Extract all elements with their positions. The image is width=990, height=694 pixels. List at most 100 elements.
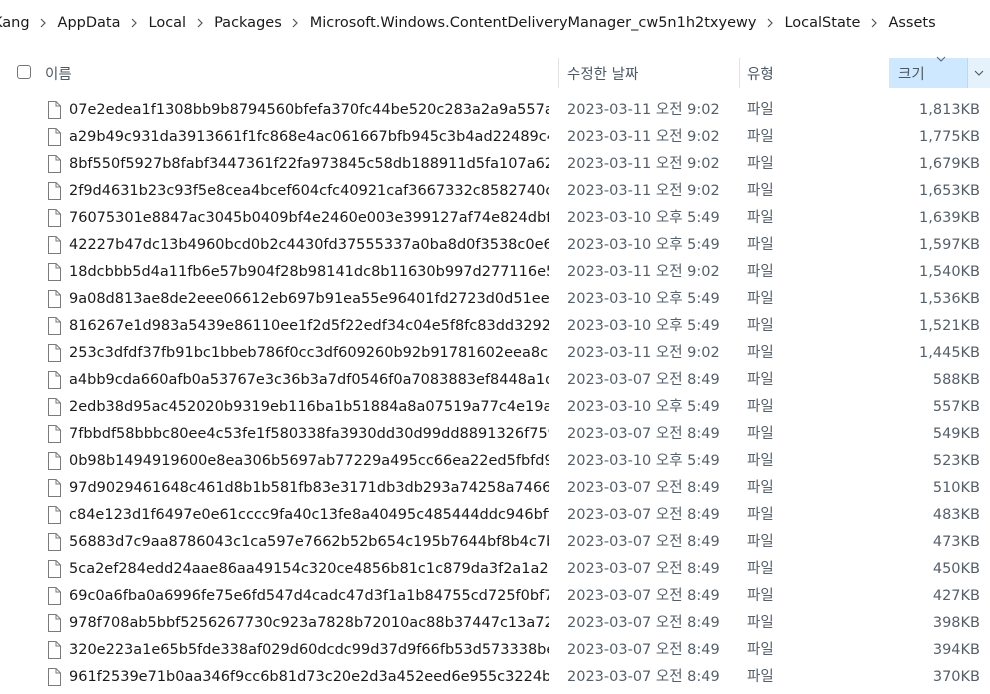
file-name: 5ca2ef284edd24aae86aa49154c320ce4856b81c… (69, 561, 549, 577)
chevron-right-icon[interactable] (190, 18, 210, 28)
file-date: 2023-03-07 오전 8:49 (567, 507, 720, 523)
file-type: 파일 (747, 507, 774, 523)
column-header-name[interactable]: 이름 (45, 58, 72, 88)
file-row[interactable]: 978f708ab5bbf5256267730c923a7828b72010ac… (0, 610, 990, 637)
file-type: 파일 (747, 156, 774, 172)
chevron-right-icon[interactable] (286, 18, 306, 28)
file-date: 2023-03-07 오전 8:49 (567, 372, 720, 388)
file-row[interactable]: 0b98b1494919600e8ea306b5697ab77229a495cc… (0, 448, 990, 475)
file-size: 394KB (932, 642, 980, 658)
file-date: 2023-03-11 오전 9:02 (567, 102, 720, 118)
size-column-dropdown-button[interactable] (967, 58, 990, 88)
file-row[interactable]: c84e123d1f6497e0e61cccc9fa40c13fe8a40495… (0, 502, 990, 529)
file-date: 2023-03-10 오후 5:49 (567, 237, 720, 253)
file-row[interactable]: 42227b47dc13b4960bcd0b2c4430fd37555337a0… (0, 232, 990, 259)
file-icon (48, 587, 61, 605)
file-name: 978f708ab5bbf5256267730c923a7828b72010ac… (69, 615, 549, 631)
file-icon (48, 398, 61, 416)
sort-descending-icon (936, 56, 946, 62)
file-date: 2023-03-11 오전 9:02 (567, 129, 720, 145)
file-date: 2023-03-07 오전 8:49 (567, 642, 720, 658)
file-size: 398KB (932, 615, 980, 631)
file-date: 2023-03-07 오전 8:49 (567, 669, 720, 685)
column-header-size[interactable]: 크기 (889, 58, 967, 88)
file-row[interactable]: 69c0a6fba0a6996fe75e6fd547d4cadc47d3f1a1… (0, 583, 990, 610)
file-row[interactable]: 8bf550f5927b8fabf3447361f22fa973845c58db… (0, 151, 990, 178)
file-name: a4bb9cda660afb0a53767e3c36b3a7df0546f0a7… (69, 372, 549, 388)
file-size: 1,639KB (919, 210, 980, 226)
file-name: 18dcbbb5d4a11fb6e57b904f28b98141dc8b1163… (69, 264, 549, 280)
file-row[interactable]: 816267e1d983a5439e86110ee1f2d5f22edf34c0… (0, 313, 990, 340)
column-divider[interactable] (558, 58, 559, 88)
file-row[interactable]: 2f9d4631b23c93f5e8cea4bcef604cfc40921caf… (0, 178, 990, 205)
breadcrumb-item-contentdeliverymanager[interactable]: Microsoft.Windows.ContentDeliveryManager… (306, 15, 761, 31)
chevron-right-icon[interactable] (125, 18, 145, 28)
file-date: 2023-03-07 오전 8:49 (567, 426, 720, 442)
file-name: 320e223a1e65b5fde338af029d60dcdc99d37d9f… (69, 642, 549, 658)
file-row[interactable]: 9a08d813ae8de2eee06612eb697b91ea55e96401… (0, 286, 990, 313)
file-type: 파일 (747, 453, 774, 469)
file-row[interactable]: 56883d7c9aa8786043c1ca597e7662b52b654c19… (0, 529, 990, 556)
chevron-right-icon[interactable] (760, 18, 780, 28)
file-type: 파일 (747, 318, 774, 334)
file-row[interactable]: a4bb9cda660afb0a53767e3c36b3a7df0546f0a7… (0, 367, 990, 394)
chevron-right-icon[interactable] (34, 18, 54, 28)
file-row[interactable]: a29b49c931da3913661f1fc868e4ac061667bfb9… (0, 124, 990, 151)
file-date: 2023-03-07 오전 8:49 (567, 534, 720, 550)
file-type: 파일 (747, 264, 774, 280)
file-type: 파일 (747, 561, 774, 577)
file-icon (48, 182, 61, 200)
file-date: 2023-03-10 오후 5:49 (567, 318, 720, 334)
breadcrumb-item-localstate[interactable]: LocalState (780, 15, 864, 31)
file-row[interactable]: 5ca2ef284edd24aae86aa49154c320ce4856b81c… (0, 556, 990, 583)
file-list: 07e2edea1f1308bb9b8794560bfefa370fc44be5… (0, 97, 990, 691)
file-icon (48, 317, 61, 335)
file-row[interactable]: 7fbbdf58bbbc80ee4c53fe1f580338fa3930dd30… (0, 421, 990, 448)
file-icon (48, 371, 61, 389)
file-name: 9a08d813ae8de2eee06612eb697b91ea55e96401… (69, 291, 549, 307)
file-icon (48, 236, 61, 254)
file-name: 2f9d4631b23c93f5e8cea4bcef604cfc40921caf… (69, 183, 549, 199)
breadcrumb-item-packages[interactable]: Packages (210, 15, 286, 31)
file-type: 파일 (747, 372, 774, 388)
chevron-right-icon[interactable] (864, 18, 884, 28)
column-header-type[interactable]: 유형 (747, 58, 774, 88)
chevron-down-icon (974, 70, 984, 76)
file-type: 파일 (747, 615, 774, 631)
column-divider[interactable] (739, 58, 740, 88)
file-icon (48, 344, 61, 362)
file-name: 76075301e8847ac3045b0409bf4e2460e003e399… (69, 210, 549, 226)
select-all-checkbox[interactable] (17, 65, 31, 79)
file-size: 549KB (932, 426, 980, 442)
breadcrumb-item-local[interactable]: Local (145, 15, 191, 31)
file-row[interactable]: 320e223a1e65b5fde338af029d60dcdc99d37d9f… (0, 637, 990, 664)
breadcrumb-item-kang[interactable]: Kang (0, 15, 34, 31)
column-header: 이름 수정한 날짜 유형 크기 (0, 56, 990, 88)
file-size: 588KB (932, 372, 980, 388)
file-row[interactable]: 18dcbbb5d4a11fb6e57b904f28b98141dc8b1163… (0, 259, 990, 286)
file-name: 7fbbdf58bbbc80ee4c53fe1f580338fa3930dd30… (69, 426, 549, 442)
column-header-date[interactable]: 수정한 날짜 (567, 58, 638, 88)
file-type: 파일 (747, 102, 774, 118)
file-row[interactable]: 07e2edea1f1308bb9b8794560bfefa370fc44be5… (0, 97, 990, 124)
file-type: 파일 (747, 426, 774, 442)
file-name: 56883d7c9aa8786043c1ca597e7662b52b654c19… (69, 534, 549, 550)
file-row[interactable]: 961f2539e71b0aa346f9cc6b81d73c20e2d3a452… (0, 664, 990, 691)
file-name: 8bf550f5927b8fabf3447361f22fa973845c58db… (69, 156, 549, 172)
file-size: 1,775KB (919, 129, 980, 145)
file-date: 2023-03-10 오후 5:49 (567, 291, 720, 307)
file-name: 0b98b1494919600e8ea306b5697ab77229a495cc… (69, 453, 549, 469)
file-type: 파일 (747, 534, 774, 550)
file-row[interactable]: 97d9029461648c461d8b1b581fb83e3171db3db2… (0, 475, 990, 502)
file-row[interactable]: 253c3dfdf37fb91bc1bbeb786f0cc3df609260b9… (0, 340, 990, 367)
file-icon (48, 533, 61, 551)
file-row[interactable]: 76075301e8847ac3045b0409bf4e2460e003e399… (0, 205, 990, 232)
file-date: 2023-03-07 오전 8:49 (567, 561, 720, 577)
file-size: 427KB (932, 588, 980, 604)
breadcrumb-item-appdata[interactable]: AppData (54, 15, 125, 31)
breadcrumb-item-assets[interactable]: Assets (884, 15, 939, 31)
file-size: 1,679KB (919, 156, 980, 172)
file-row[interactable]: 2edb38d95ac452020b9319eb116ba1b51884a8a0… (0, 394, 990, 421)
file-name: a29b49c931da3913661f1fc868e4ac061667bfb9… (69, 129, 549, 145)
file-type: 파일 (747, 345, 774, 361)
